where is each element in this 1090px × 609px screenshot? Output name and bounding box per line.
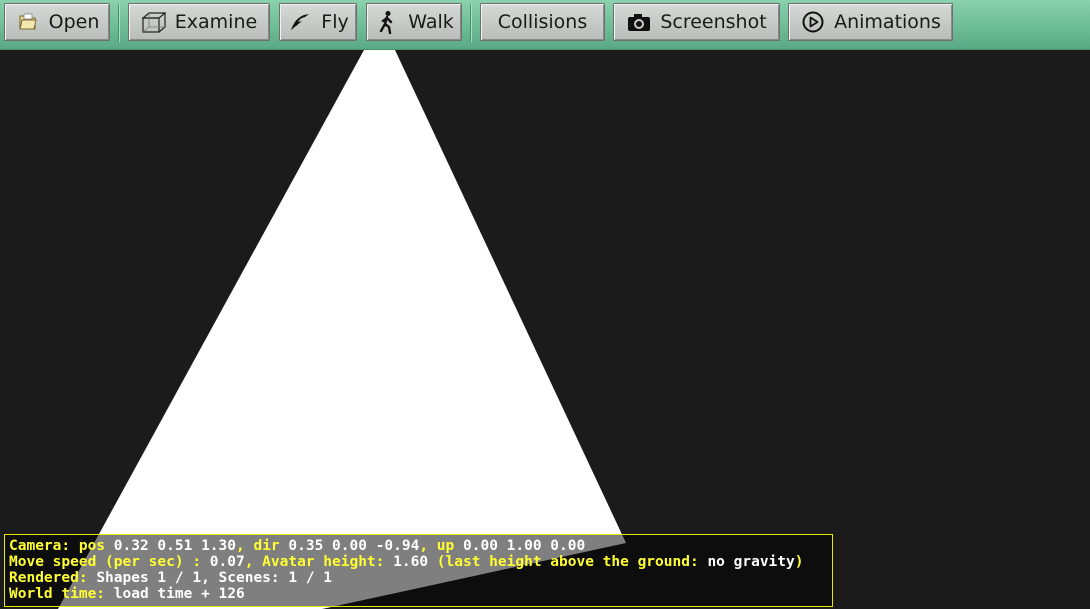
- 3d-viewport[interactable]: [0, 50, 1090, 609]
- examine-button-label: Examine: [174, 11, 258, 33]
- walking-person-icon: [374, 9, 400, 35]
- status-overlay: Camera: pos 0.32 0.51 1.30, dir 0.35 0.0…: [4, 534, 833, 607]
- open-button-label: Open: [48, 11, 100, 33]
- status-line-rendered: Rendered: Shapes 1 / 1, Scenes: 1 / 1: [9, 570, 333, 586]
- open-button[interactable]: Open: [4, 3, 110, 41]
- toolbar: Open Examine Fly Walk Collisions Screens…: [0, 0, 1090, 50]
- status-line-camera: Camera: pos 0.32 0.51 1.30, dir 0.35 0.0…: [9, 538, 586, 554]
- examine-button[interactable]: Examine: [128, 3, 270, 41]
- collisions-toggle-button[interactable]: Collisions: [480, 3, 605, 41]
- folder-icon: [15, 9, 41, 35]
- screenshot-button-label: Screenshot: [660, 11, 767, 33]
- camera-icon: [626, 9, 652, 35]
- scene-render: [58, 50, 626, 609]
- play-circle-icon: [800, 9, 826, 35]
- fly-button-label: Fly: [321, 11, 349, 33]
- animations-button-label: Animations: [834, 11, 941, 33]
- application-window: Open Examine Fly Walk Collisions Screens…: [0, 0, 1090, 609]
- collisions-button-label: Collisions: [497, 11, 588, 33]
- toolbar-separator: [118, 4, 120, 42]
- walk-button-label: Walk: [408, 11, 454, 33]
- status-line-move-speed: Move speed (per sec) : 0.07, Avatar heig…: [9, 554, 804, 570]
- white-cone-shape: [58, 50, 626, 609]
- fly-button[interactable]: Fly: [279, 3, 357, 41]
- screenshot-button[interactable]: Screenshot: [613, 3, 780, 41]
- walk-button[interactable]: Walk: [366, 3, 462, 41]
- toolbar-separator: [470, 4, 472, 42]
- bird-icon: [287, 9, 313, 35]
- status-line-world-time: World time: load time + 126: [9, 586, 245, 602]
- cube-icon: [141, 9, 167, 35]
- animations-button[interactable]: Animations: [788, 3, 953, 41]
